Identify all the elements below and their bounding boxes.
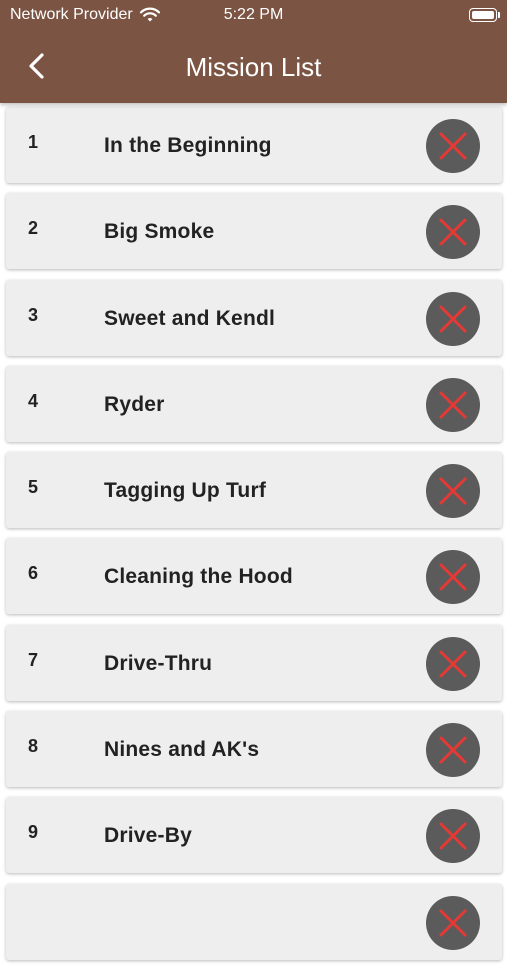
page-title: Mission List <box>185 52 322 82</box>
mission-card[interactable]: 7 Drive-Thru <box>6 624 502 701</box>
mission-number: 4 <box>28 390 39 411</box>
close-icon <box>439 822 467 850</box>
mission-card[interactable]: 3 Sweet and Kendl <box>6 279 502 356</box>
delete-mission-button[interactable] <box>426 723 480 778</box>
mission-card[interactable]: 8 Nines and AK's <box>6 711 502 788</box>
close-icon <box>439 909 467 937</box>
mission-number: 6 <box>28 563 39 584</box>
mission-number: 3 <box>28 304 39 325</box>
mission-card[interactable]: 6 Cleaning the Hood <box>6 538 502 615</box>
close-icon <box>439 477 467 505</box>
mission-name: Drive-By <box>104 824 192 848</box>
close-icon <box>439 218 467 246</box>
nav-bar: Mission List <box>0 40 507 92</box>
delete-mission-button[interactable] <box>426 550 480 605</box>
close-icon <box>439 563 467 591</box>
battery-level <box>472 11 494 19</box>
close-icon <box>439 650 467 678</box>
mission-name: In the Beginning <box>104 134 272 157</box>
status-time: 5:22 PM <box>223 6 284 23</box>
delete-mission-button[interactable] <box>426 636 480 691</box>
mission-number: 5 <box>28 477 39 498</box>
mission-card[interactable]: 1 In the Beginning <box>6 107 502 183</box>
delete-mission-button[interactable] <box>426 809 480 864</box>
mission-card[interactable] <box>6 883 502 960</box>
mission-number: 1 <box>28 132 39 152</box>
mission-card[interactable]: 4 Ryder <box>6 365 502 442</box>
delete-mission-button[interactable] <box>426 464 480 519</box>
mission-number: 7 <box>28 649 39 670</box>
delete-mission-button[interactable] <box>426 291 480 346</box>
delete-mission-button[interactable] <box>426 205 480 260</box>
mission-number: 8 <box>28 736 39 757</box>
mission-name: Ryder <box>104 392 165 416</box>
delete-mission-button[interactable] <box>426 895 480 950</box>
status-bar: Network Provider 5:22 PM <box>0 0 507 30</box>
mission-name: Nines and AK's <box>104 738 260 762</box>
mission-number: 9 <box>28 822 39 843</box>
close-icon <box>439 736 467 764</box>
delete-mission-button[interactable] <box>426 119 480 173</box>
mission-number: 2 <box>28 218 39 239</box>
battery-icon <box>469 8 500 22</box>
mission-name: Cleaning the Hood <box>104 565 293 589</box>
delete-mission-button[interactable] <box>426 377 480 432</box>
close-icon <box>439 132 467 160</box>
mission-name: Tagging Up Turf <box>104 479 267 503</box>
mission-list: 1 In the Beginning 2 Big Smoke 3 Sweet a… <box>6 107 502 970</box>
mission-card[interactable]: 2 Big Smoke <box>6 193 502 270</box>
app-header: Network Provider 5:22 PM Mission List <box>0 0 507 103</box>
mission-card[interactable]: 9 Drive-By <box>6 797 502 874</box>
mission-name: Sweet and Kendl <box>104 306 276 330</box>
mission-card[interactable]: 5 Tagging Up Turf <box>6 452 502 529</box>
close-icon <box>439 391 467 419</box>
close-icon <box>439 305 467 333</box>
mission-name: Big Smoke <box>104 220 215 244</box>
mission-name: Drive-Thru <box>104 651 213 675</box>
